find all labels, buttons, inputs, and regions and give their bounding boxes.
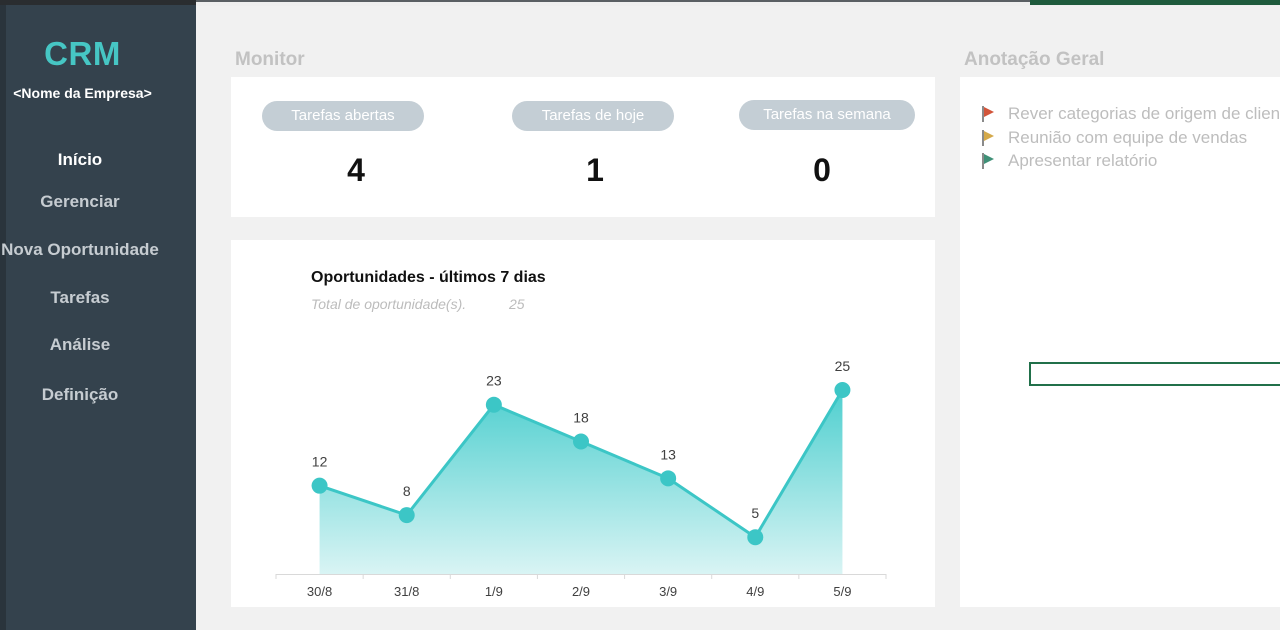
x-tick-label: 30/8 — [307, 584, 332, 599]
week-tasks-count: 0 — [813, 152, 831, 188]
x-tick-label: 5/9 — [833, 584, 851, 599]
x-tick-label: 3/9 — [659, 584, 677, 599]
flag-icon — [982, 153, 996, 169]
data-label: 12 — [312, 454, 328, 470]
note-item[interactable]: Apresentar relatório — [982, 151, 1158, 171]
note-item[interactable]: Reunião com equipe de vendas — [982, 128, 1248, 148]
notes-title: Anotação Geral — [964, 49, 1105, 70]
data-point — [485, 396, 502, 413]
week-tasks-pill: Tarefas na semana — [739, 100, 915, 130]
x-tick-label: 31/8 — [394, 584, 419, 599]
note-text: Apresentar relatório — [1008, 151, 1158, 170]
note-text: Reunião com equipe de vendas — [1008, 128, 1248, 147]
data-label: 18 — [573, 410, 589, 426]
nav-gerenciar[interactable]: Gerenciar — [0, 192, 160, 212]
opportunities-chart: 12 30/8 8 31/8 23 1/9 18 2/9 13 3/9 5 4/9 25 5/9 — [275, 358, 887, 599]
x-tick-label: 2/9 — [572, 584, 590, 599]
flag-icon — [982, 106, 996, 122]
top-bar-edge — [196, 0, 1030, 2]
notes-card: Rever categorias de origem de cliente Re… — [960, 77, 1280, 607]
data-label: 23 — [486, 373, 502, 389]
data-point — [660, 470, 677, 487]
x-tick-label: 4/9 — [746, 584, 764, 599]
company-name: <Nome da Empresa> — [13, 85, 152, 101]
data-point — [573, 433, 589, 450]
nav-tarefas[interactable]: Tarefas — [0, 288, 160, 308]
today-tasks-count: 1 — [586, 152, 604, 188]
data-point — [747, 529, 764, 546]
data-point — [834, 382, 851, 398]
selected-cell[interactable] — [1029, 362, 1280, 386]
note-item[interactable]: Rever categorias de origem de cliente — [982, 104, 1280, 124]
flag-icon — [982, 130, 996, 146]
nav-inicio[interactable]: Início — [0, 150, 160, 170]
open-tasks-count: 4 — [347, 152, 365, 188]
monitor-title: Monitor — [235, 49, 305, 70]
data-point — [311, 477, 328, 494]
data-label: 13 — [660, 446, 676, 462]
note-text: Rever categorias de origem de cliente — [1008, 104, 1280, 123]
data-label: 8 — [403, 483, 411, 499]
app-logo: CRM — [44, 35, 121, 72]
nav-analise[interactable]: Análise — [0, 335, 160, 355]
x-tick-label: 1/9 — [485, 584, 503, 599]
data-label: 5 — [751, 505, 759, 521]
sidebar: CRM <Nome da Empresa> Início Gerenciar N… — [0, 5, 196, 630]
open-tasks-pill: Tarefas abertas — [262, 101, 424, 131]
today-tasks-pill: Tarefas de hoje — [512, 101, 674, 131]
top-bar-green — [1030, 0, 1280, 5]
data-label: 25 — [835, 358, 851, 374]
nav-nova-oportunidade[interactable]: Nova Oportunidade — [0, 240, 160, 260]
nav-definicao[interactable]: Definição — [0, 385, 160, 405]
chart-card: Oportunidades - últimos 7 dias Total de … — [231, 240, 935, 607]
monitor-card: Tarefas abertas Tarefas de hoje Tarefas … — [231, 77, 935, 217]
data-point — [398, 507, 415, 524]
